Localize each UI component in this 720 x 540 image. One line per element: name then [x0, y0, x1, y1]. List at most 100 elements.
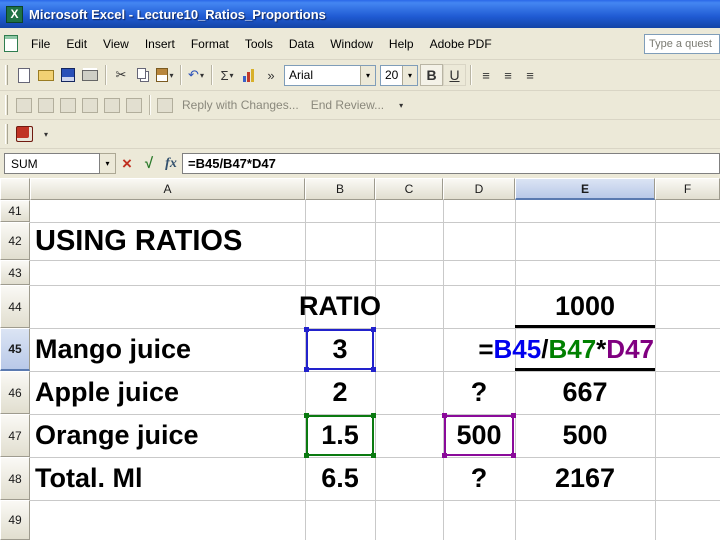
menu-window[interactable]: Window [322, 33, 381, 55]
review-button-7[interactable] [154, 94, 176, 116]
menu-adobe-pdf[interactable]: Adobe PDF [422, 33, 500, 55]
column-header-e[interactable]: E [515, 178, 655, 200]
cell-e46[interactable]: 667 [515, 371, 655, 414]
name-box-dropdown[interactable]: ▾ [100, 153, 116, 174]
autosum-button[interactable]: Σ ▾ [216, 64, 238, 86]
chart-wizard-button[interactable] [238, 64, 260, 86]
undo-dropdown-icon: ▾ [199, 70, 204, 80]
cell-d47[interactable]: 500 [443, 414, 515, 457]
review-button-6[interactable] [123, 94, 145, 116]
review-button-5[interactable] [101, 94, 123, 116]
undo-button[interactable]: ↶ ▾ [185, 64, 207, 86]
row-header-42[interactable]: 42 [0, 222, 30, 260]
name-box[interactable]: SUM [4, 153, 100, 174]
copy-button[interactable] [132, 64, 154, 86]
formula-ref-b47: B47 [548, 334, 597, 364]
row-header-49[interactable]: 49 [0, 500, 30, 540]
menu-file[interactable]: File [23, 33, 58, 55]
review-button-1[interactable] [13, 94, 35, 116]
cell-e47[interactable]: 500 [515, 414, 655, 457]
cancel-button[interactable]: × [117, 154, 137, 174]
enter-button[interactable]: √ [139, 154, 159, 174]
formula-divide: / [541, 334, 549, 364]
save-button[interactable] [57, 64, 79, 86]
type-question-box[interactable] [644, 33, 720, 54]
cell-grid[interactable]: USING RATIOS RATIO 1000 Mango juice 3 = B… [30, 200, 720, 540]
row-header-41[interactable]: 41 [0, 200, 30, 222]
cell-b47[interactable]: 1.5 [305, 414, 375, 457]
review-button-2[interactable] [35, 94, 57, 116]
column-header-c[interactable]: C [375, 178, 443, 200]
cell-b44[interactable]: RATIO [299, 285, 381, 328]
toolbar-grip[interactable] [5, 65, 8, 85]
review-button-3[interactable] [57, 94, 79, 116]
row-header-46[interactable]: 46 [0, 371, 30, 414]
cell-e45-formula[interactable]: = B45/B47 * D47 [440, 328, 654, 371]
column-header-d[interactable]: D [443, 178, 515, 200]
align-left-button[interactable]: ≡ [475, 64, 497, 86]
row-header-43[interactable]: 43 [0, 260, 30, 285]
show-comment-icon [82, 97, 98, 113]
row-header-44[interactable]: 44 [0, 285, 30, 328]
merge-center-button[interactable]: ≡ [519, 64, 541, 86]
pdf-toolbar-dropdown[interactable]: ▾ [35, 123, 57, 145]
worksheet-menu-icon[interactable] [4, 35, 18, 52]
cell-b48[interactable]: 6.5 [305, 457, 375, 500]
formula-input[interactable]: =B45/B47*D47 [182, 153, 720, 174]
more-buttons-chevron[interactable]: » [260, 64, 282, 86]
select-all-corner[interactable] [0, 178, 30, 200]
cell-d48[interactable]: ? [443, 457, 515, 500]
printer-icon [82, 69, 98, 81]
menu-edit[interactable]: Edit [58, 33, 95, 55]
cell-b45[interactable]: 3 [305, 328, 375, 371]
insert-function-button[interactable]: fx [161, 154, 181, 174]
cell-a46[interactable]: Apple juice [32, 371, 304, 414]
cell-a45[interactable]: Mango juice [32, 328, 304, 371]
name-box-value: SUM [11, 156, 38, 171]
cell-b46[interactable]: 2 [305, 371, 375, 414]
paste-button[interactable]: ▾ [154, 64, 176, 86]
column-header-f[interactable]: F [655, 178, 720, 200]
menu-tools[interactable]: Tools [237, 33, 281, 55]
underline-button[interactable]: U [443, 64, 466, 86]
cell-a42[interactable]: USING RATIOS [32, 222, 352, 260]
new-button[interactable] [13, 64, 35, 86]
row-header-45[interactable]: 45 [0, 328, 30, 371]
toolbar-grip[interactable] [5, 95, 8, 115]
row-header-48[interactable]: 48 [0, 457, 30, 500]
column-header-b[interactable]: B [305, 178, 375, 200]
review-dropdown[interactable]: ▾ [390, 94, 412, 116]
toolbar-grip[interactable] [5, 124, 8, 144]
cell-a47[interactable]: Orange juice [32, 414, 304, 457]
menu-format[interactable]: Format [183, 33, 237, 55]
row-header-47[interactable]: 47 [0, 414, 30, 457]
open-button[interactable] [35, 64, 57, 86]
menu-insert[interactable]: Insert [137, 33, 183, 55]
convert-to-pdf-button[interactable] [13, 123, 35, 145]
column-header-a[interactable]: A [30, 178, 305, 200]
cell-e48[interactable]: 2167 [515, 457, 655, 500]
menu-data[interactable]: Data [281, 33, 322, 55]
menu-view[interactable]: View [95, 33, 137, 55]
bold-button[interactable]: B [420, 64, 443, 86]
undo-icon: ↶ [188, 67, 199, 82]
cut-button[interactable]: ✂ [110, 64, 132, 86]
font-name-combo[interactable]: Arial ▾ [284, 64, 376, 86]
cell-a48[interactable]: Total. Ml [32, 457, 304, 500]
window-title: Microsoft Excel - Lecture10_Ratios_Propo… [29, 6, 326, 22]
font-size-value: 20 [385, 68, 399, 82]
align-center-button[interactable]: ≡ [497, 64, 519, 86]
menu-help[interactable]: Help [381, 33, 422, 55]
chevron-icon: » [267, 67, 275, 83]
open-folder-icon [38, 69, 54, 81]
cell-e44[interactable]: 1000 [515, 285, 655, 328]
review-button-4[interactable] [79, 94, 101, 116]
toolbar-separator [105, 65, 106, 85]
title-bar[interactable]: X Microsoft Excel - Lecture10_Ratios_Pro… [0, 0, 720, 28]
font-size-combo[interactable]: 20 ▾ [380, 64, 418, 86]
scissors-icon: ✂ [115, 67, 127, 82]
cell-d46[interactable]: ? [443, 371, 515, 414]
end-review-button[interactable]: End Review... [305, 98, 390, 112]
print-button[interactable] [79, 64, 101, 86]
reply-with-changes-button[interactable]: Reply with Changes... [176, 98, 305, 112]
